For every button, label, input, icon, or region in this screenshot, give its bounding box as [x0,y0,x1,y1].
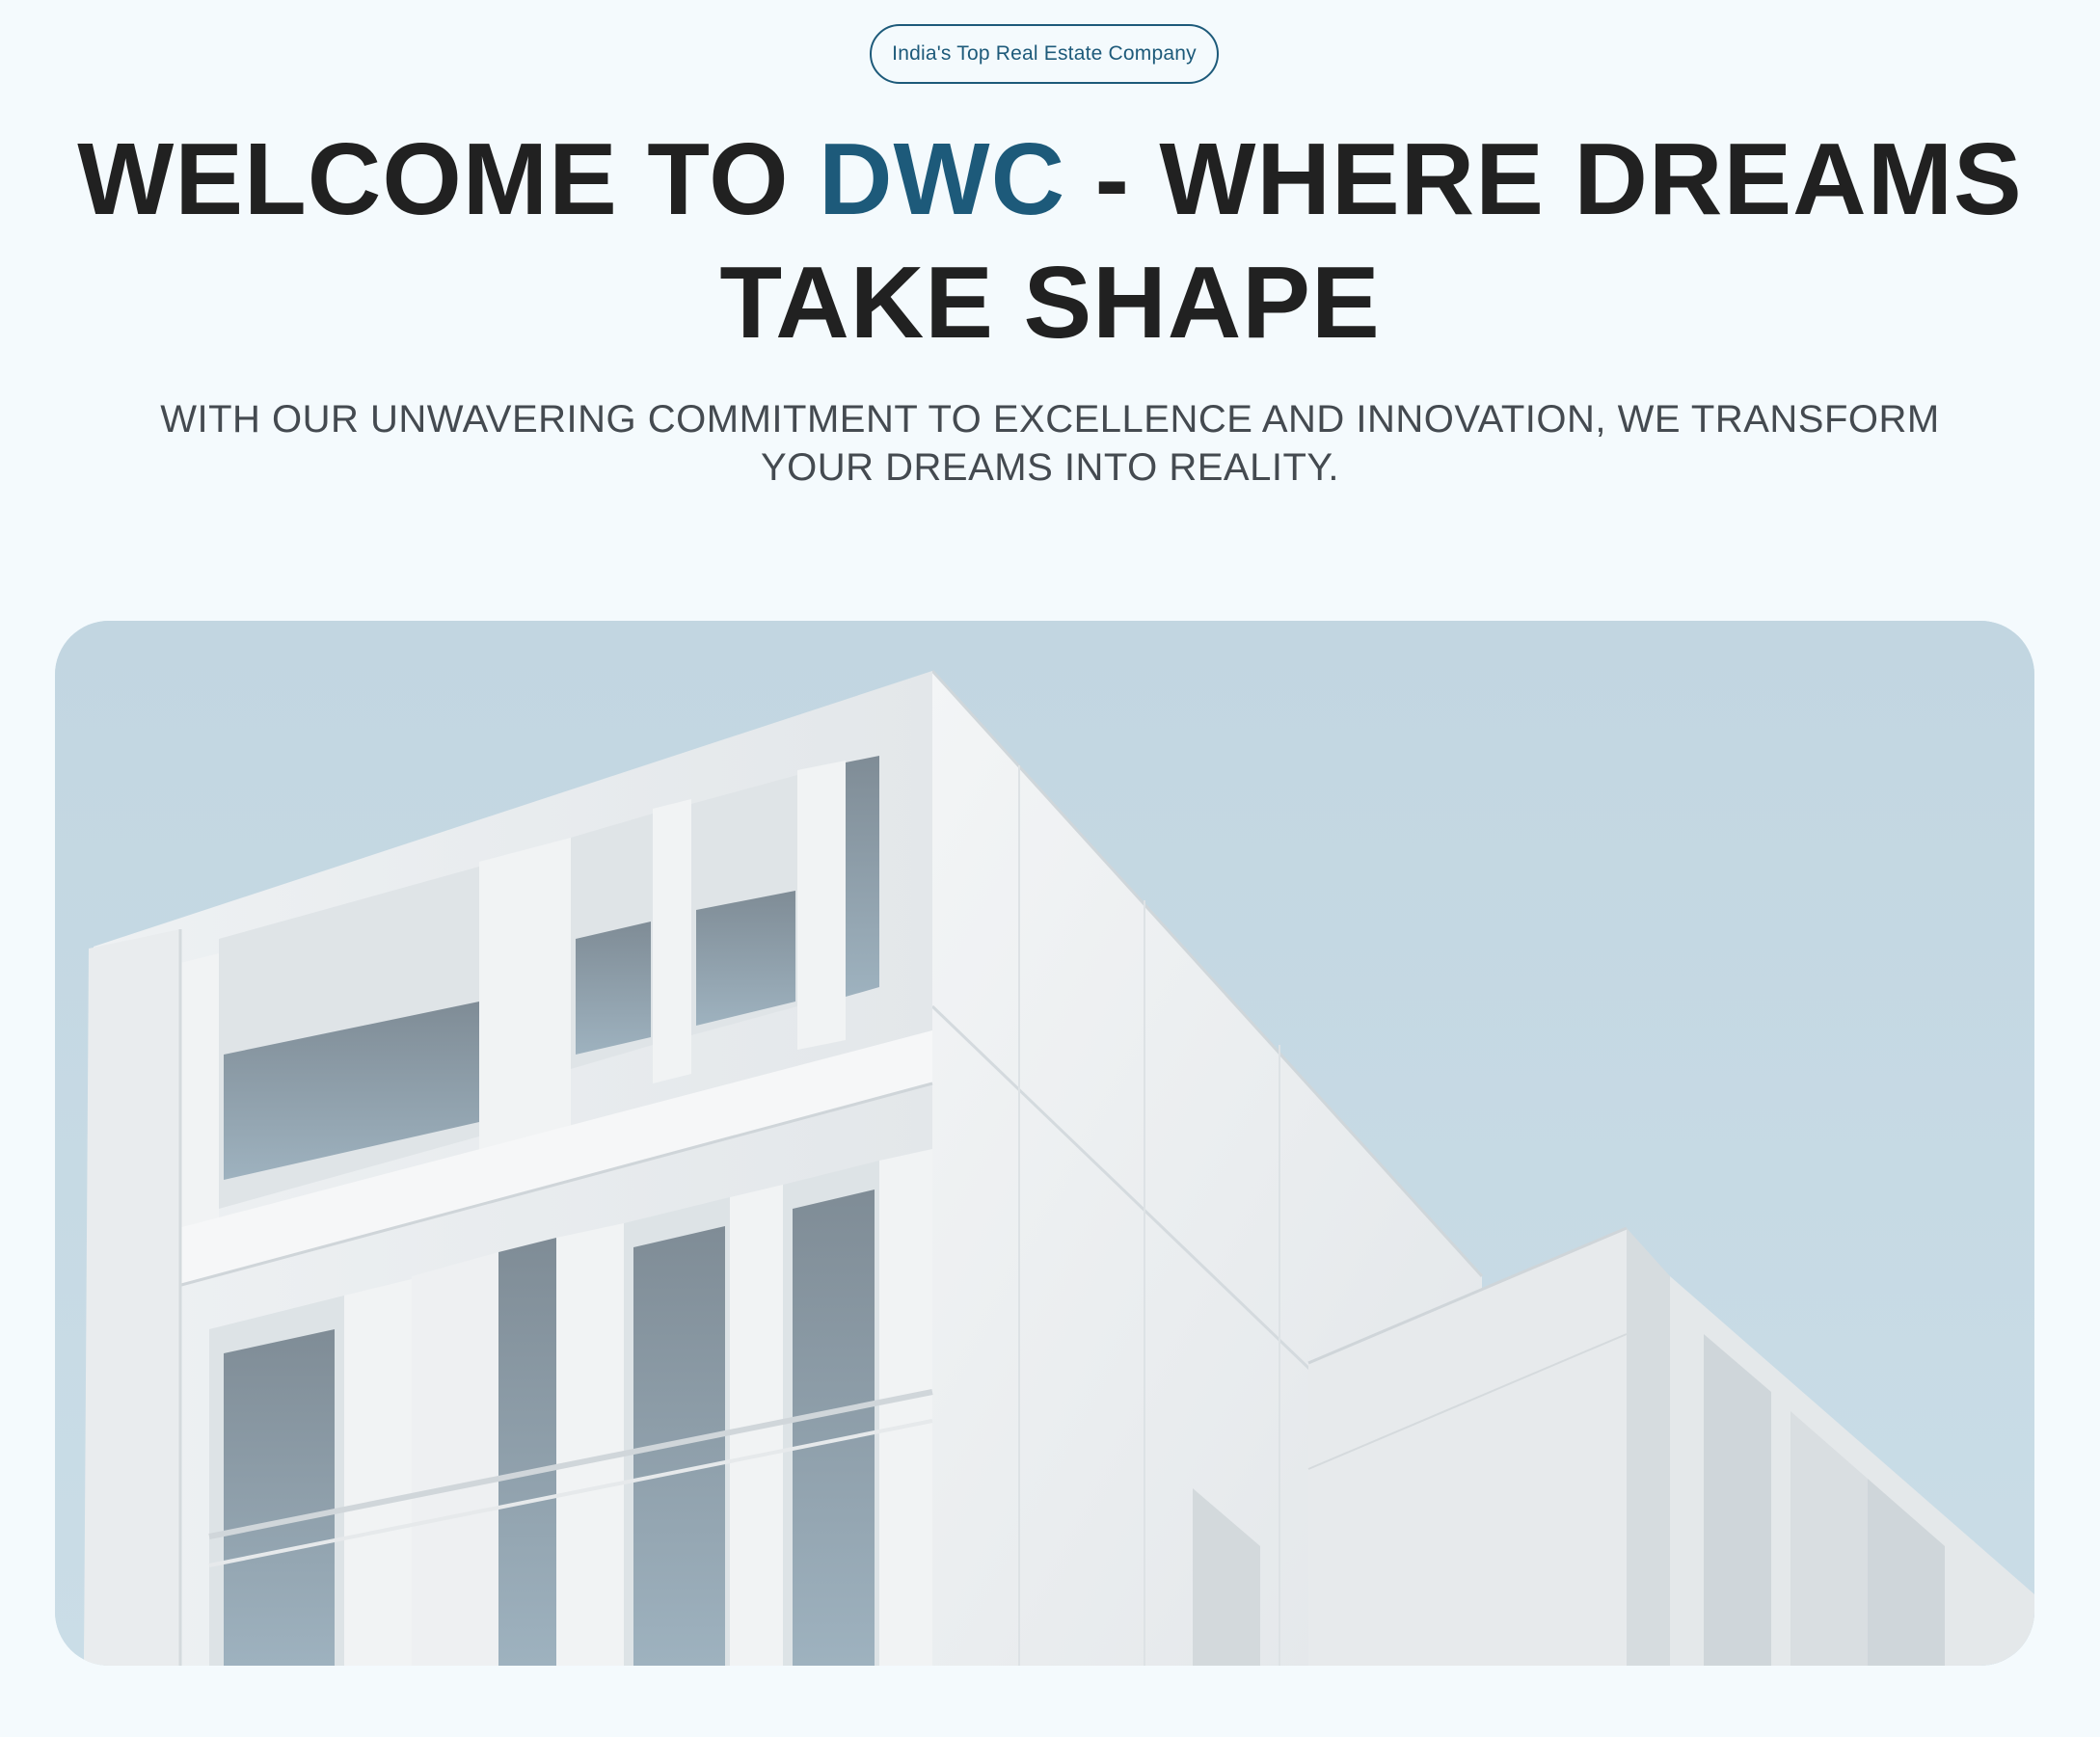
title-prefix: WELCOME TO [77,122,819,236]
title-brand: DWC [818,122,1066,236]
building-illustration [55,621,2034,1666]
tagline-badge-text: India's Top Real Estate Company [892,42,1197,65]
page-title: WELCOME TO DWC - WHERE DREAMS TAKE SHAPE [58,118,2042,364]
page-subtitle: WITH OUR UNWAVERING COMMITMENT TO EXCELL… [160,398,1940,489]
hero-section: India's Top Real Estate Company WELCOME … [0,0,2100,1737]
tagline-badge: India's Top Real Estate Company [870,24,1219,84]
building-photo [55,621,2034,1666]
